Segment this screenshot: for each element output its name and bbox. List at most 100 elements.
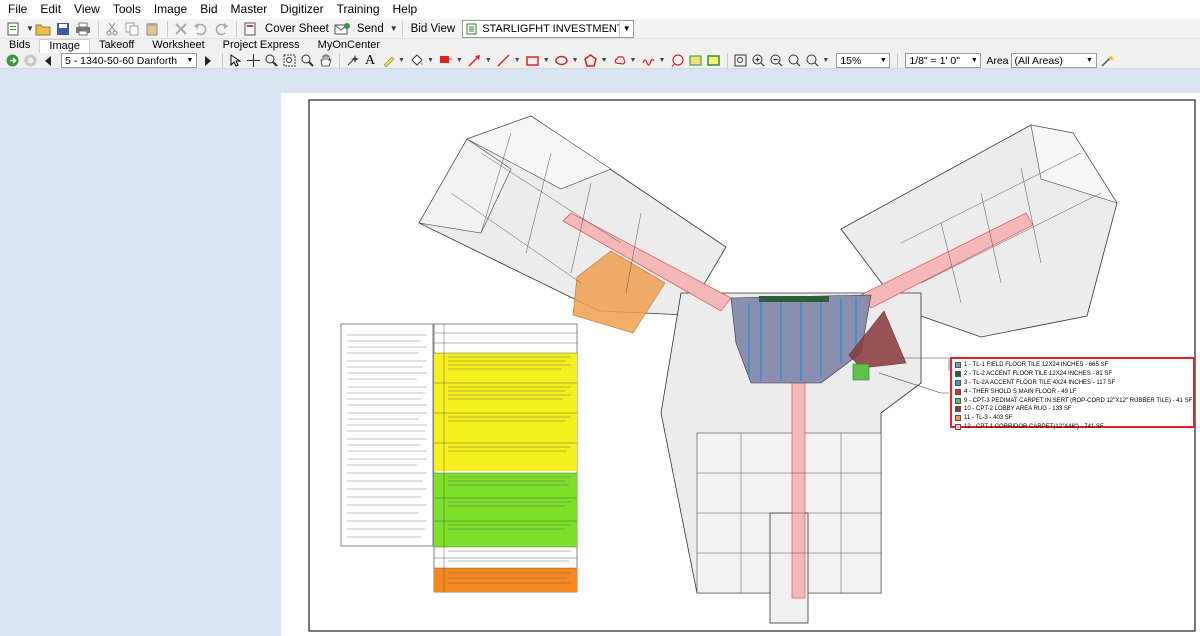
line-dropdown-icon[interactable]: ▼ <box>514 57 521 64</box>
menu-bid[interactable]: Bid <box>196 0 226 19</box>
open-folder-icon[interactable] <box>34 20 52 38</box>
crosshair-icon[interactable] <box>245 53 261 68</box>
legend-item: 12 - CPT-1 CORRIDOR CARPET(12"X48") - 74… <box>955 423 1190 432</box>
toolbar-divider <box>401 20 403 37</box>
legend-swatch <box>955 371 961 378</box>
undo-icon[interactable] <box>192 20 210 38</box>
scale-value: 1/8" = 1' 0" <box>909 54 960 67</box>
toolbar-divider <box>339 52 340 69</box>
paste-icon[interactable] <box>143 20 161 38</box>
page-select[interactable]: 5 - 1340-50-60 Danforth ▼ <box>61 53 197 68</box>
zoom-in-icon[interactable] <box>750 53 766 68</box>
schedule-yellow-block-3 <box>434 443 577 471</box>
fill-bucket-icon[interactable] <box>409 53 425 68</box>
page-select-value: 5 - 1340-50-60 Danforth <box>65 54 178 67</box>
select-arrow-icon[interactable] <box>227 53 243 68</box>
menu-help[interactable]: Help <box>389 0 427 19</box>
cover-sheet-button[interactable]: Cover Sheet <box>261 20 333 38</box>
freehand-markup-icon[interactable] <box>640 53 656 68</box>
tab-bids[interactable]: Bids <box>0 39 39 53</box>
pan-hand-icon[interactable] <box>317 53 333 68</box>
send-button[interactable]: Send <box>353 20 388 38</box>
copy-icon[interactable] <box>123 20 141 38</box>
delete-icon[interactable] <box>172 20 190 38</box>
ellipse-markup-icon[interactable] <box>554 53 570 68</box>
chevron-down-icon[interactable]: ▼ <box>877 57 889 64</box>
zoom-icon[interactable] <box>263 53 279 68</box>
go-forward-icon[interactable] <box>4 53 20 68</box>
cloud-markup-icon[interactable] <box>612 53 628 68</box>
magic-wand-icon[interactable] <box>1100 53 1116 68</box>
legend-item: 10 - CPT-2 LOBBY AREA RUG - 133 SF <box>955 405 1190 414</box>
area-select[interactable]: (All Areas) ▼ <box>1010 53 1097 68</box>
zoom-out-icon[interactable] <box>768 53 784 68</box>
tab-takeoff[interactable]: Takeoff <box>90 39 143 53</box>
zoom-region-icon[interactable] <box>299 53 315 68</box>
menu-tools[interactable]: Tools <box>109 0 150 19</box>
redo-icon[interactable] <box>212 20 230 38</box>
stop-icon[interactable] <box>22 53 38 68</box>
highlighter-icon[interactable] <box>380 53 396 68</box>
zoom-dropdown-icon[interactable]: ▼ <box>822 57 829 64</box>
menu-image[interactable]: Image <box>150 0 196 19</box>
menu-master[interactable]: Master <box>227 0 277 19</box>
stamp-dropdown-icon[interactable]: ▼ <box>456 57 463 64</box>
zoom-previous-icon[interactable] <box>786 53 802 68</box>
bid-view-select[interactable]: STARLIGFHT INVESTMENTS ▼ <box>462 19 635 38</box>
cover-sheet-icon[interactable] <box>241 20 259 38</box>
drawing-canvas[interactable]: 1 - TL-1 FIELD FLOOR TILE 12X24 INCHES -… <box>0 69 1200 636</box>
legend-swatch <box>955 388 961 395</box>
rectangle-markup-icon[interactable] <box>525 53 541 68</box>
tab-project-express[interactable]: Project Express <box>214 39 309 53</box>
previous-page-icon[interactable] <box>40 53 56 68</box>
chevron-down-icon[interactable]: ▼ <box>1084 57 1096 64</box>
zoom-percent-icon[interactable] <box>804 53 820 68</box>
note-markup-icon[interactable] <box>705 53 721 68</box>
legend-item-label: 9 - CPT-3 PEDIMAT CARPET IN SERT (ROP-CO… <box>964 397 1193 404</box>
new-bid-icon[interactable] <box>4 20 22 38</box>
highlighter-dropdown-icon[interactable]: ▼ <box>398 57 405 64</box>
arrow-markup-icon[interactable] <box>467 53 483 68</box>
save-icon[interactable] <box>54 20 72 38</box>
image-markup-icon[interactable] <box>687 53 703 68</box>
chevron-down-icon[interactable]: ▼ <box>968 57 980 64</box>
cut-icon[interactable] <box>103 20 121 38</box>
scale-select[interactable]: 1/8" = 1' 0" ▼ <box>905 53 982 68</box>
line-markup-icon[interactable] <box>496 53 512 68</box>
tab-myoncenter[interactable]: MyOnCenter <box>309 39 389 53</box>
print-icon[interactable] <box>74 20 92 38</box>
rectangle-dropdown-icon[interactable]: ▼ <box>543 57 550 64</box>
arrow-dropdown-icon[interactable]: ▼ <box>485 57 492 64</box>
next-page-icon[interactable] <box>200 53 216 68</box>
tab-worksheet[interactable]: Worksheet <box>143 39 213 53</box>
send-dropdown-icon[interactable]: ▼ <box>390 24 398 33</box>
stamp-icon[interactable] <box>438 53 454 68</box>
menu-view[interactable]: View <box>70 0 109 19</box>
polygon-dropdown-icon[interactable]: ▼ <box>601 57 608 64</box>
area-value: (All Areas) <box>1014 54 1063 67</box>
legend-swatch <box>955 423 961 430</box>
tab-image[interactable]: Image <box>39 39 90 53</box>
zoom-select[interactable]: 15% ▼ <box>836 53 891 68</box>
zoom-window-icon[interactable] <box>281 53 297 68</box>
accent-tile-band <box>759 296 829 302</box>
polygon-markup-icon[interactable] <box>583 53 599 68</box>
send-icon[interactable] <box>333 20 351 38</box>
text-tool-icon[interactable]: A <box>362 53 378 68</box>
ellipse-dropdown-icon[interactable]: ▼ <box>572 57 579 64</box>
zoom-to-fit-icon[interactable] <box>732 53 748 68</box>
cloud-dropdown-icon[interactable]: ▼ <box>630 57 637 64</box>
menu-edit[interactable]: Edit <box>36 0 70 19</box>
new-dropdown-icon[interactable]: ▼ <box>26 24 34 33</box>
chevron-down-icon[interactable]: ▼ <box>184 57 196 64</box>
takeoff-legend[interactable]: 1 - TL-1 FIELD FLOOR TILE 12X24 INCHES -… <box>950 357 1195 430</box>
chevron-down-icon[interactable]: ▼ <box>619 20 633 37</box>
sparkle-markup-icon[interactable] <box>344 53 360 68</box>
menu-file[interactable]: File <box>4 0 36 19</box>
callout-markup-icon[interactable] <box>669 53 685 68</box>
fill-dropdown-icon[interactable]: ▼ <box>427 57 434 64</box>
freehand-dropdown-icon[interactable]: ▼ <box>658 57 665 64</box>
menu-training[interactable]: Training <box>333 0 389 19</box>
schedule-green-block-1 <box>434 473 577 521</box>
menu-digitizer[interactable]: Digitizer <box>276 0 332 19</box>
